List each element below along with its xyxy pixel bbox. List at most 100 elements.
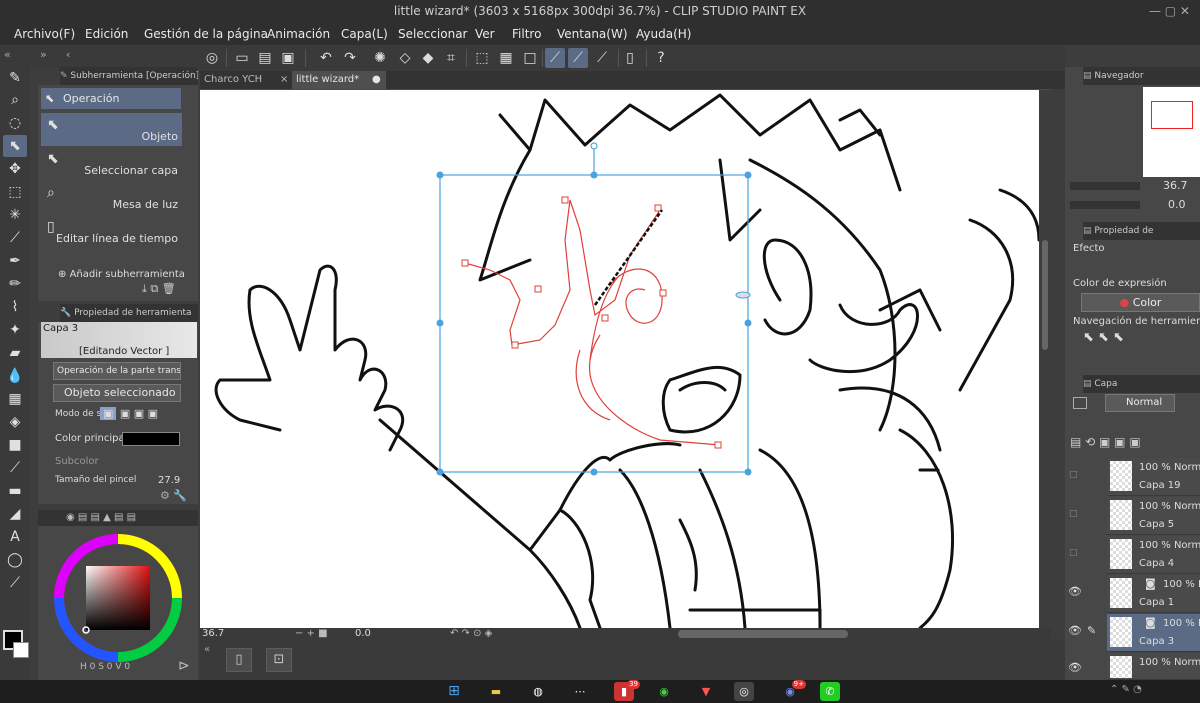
text-icon[interactable]: A [3,526,27,548]
layer-actions[interactable]: ▤ ⟲ ▣ ▣ ▣ [1070,435,1141,449]
app-badge-icon[interactable]: ▮ 39 [614,680,640,701]
layer-row-bottom[interactable]: 100 % Normal [1107,653,1200,680]
undo-icon[interactable]: ↶ [316,48,336,68]
layer-row-capa3[interactable]: ◙ 100 % N Capa 3 [1107,614,1200,652]
eyedropper-icon[interactable]: ⟋ [3,227,27,249]
subtool-item-editar-linea-tiempo[interactable]: ▯ Editar línea de tiempo [41,215,182,248]
erase-icon[interactable]: ◇ [395,48,415,68]
lasso-icon[interactable]: ◌ [3,112,27,134]
menu-seleccionar[interactable]: Seleccionar [398,23,467,45]
animation-cels-button[interactable]: ⊡ [266,648,292,672]
subtool-item-objeto[interactable]: ⬉ Objeto [41,113,182,146]
add-subtool-link[interactable]: ⊕ Añadir subherramienta [58,269,185,280]
pencil-icon[interactable]: ✏ [3,273,27,295]
selected-object-select[interactable]: Objeto seleccionado [53,384,181,402]
snap-grid-icon[interactable]: ⟋ [592,48,612,68]
navigator-preview[interactable] [1143,87,1200,177]
layer-row-capa19[interactable]: 100 % Normal Capa 19 [1107,458,1200,496]
move-icon[interactable]: ✥ [3,158,27,180]
drawing-canvas[interactable] [200,90,1039,628]
help-icon[interactable]: ? [651,48,671,68]
decoration-icon[interactable]: ▦ [3,388,27,410]
tab-little-wizard[interactable]: little wizard* ● [292,71,386,89]
subtool-group-tab[interactable]: ⬉ Operación [41,88,181,109]
rect-selection-icon[interactable]: ⬚ [3,181,27,203]
brush-size-value[interactable]: 27.9 [158,475,180,486]
open-file-icon[interactable]: ▤ [255,48,275,68]
selection-off-icon[interactable]: ⬚ [472,48,492,68]
navigator-angle-value[interactable]: 0.0 [1168,198,1186,211]
system-tray[interactable]: ⌃ ✎ ◔ [1110,684,1142,695]
figure-icon[interactable]: ▬ [3,480,27,502]
eye-icon[interactable]: 👁 [1068,661,1082,674]
menu-ventana[interactable]: Ventana(W) [557,23,628,45]
menu-gestion-pagina[interactable]: Gestión de la página [144,23,268,45]
blend-mode-select[interactable]: Normal [1105,394,1175,412]
eraser-icon[interactable]: ▰ [3,342,27,364]
windows-start-icon[interactable]: ⊞ [444,682,464,701]
main-color-bar[interactable] [122,432,180,446]
zoom-controls[interactable]: − + ■ [295,628,328,640]
magic-wand-icon[interactable]: ✳ [3,204,27,226]
tool-nav-buttons[interactable]: ⬉ ⬉ ⬉ [1083,330,1200,350]
snap-special-icon[interactable]: ⟋ [568,48,588,68]
collapse-arrows-icon[interactable]: « [204,644,210,655]
subtool-item-mesa-de-luz[interactable]: ⌕ Mesa de luz [41,181,182,214]
color-space-toggles[interactable]: H 0 S 0 V 0 [80,662,130,672]
menu-edicion[interactable]: Edición [85,23,128,45]
operation-icon[interactable]: ⬉ [3,135,27,157]
chevron-left-icon[interactable]: ‹ [66,48,70,61]
canvas-vscrollbar[interactable] [1039,90,1051,628]
sub-color-swatch[interactable] [13,642,29,658]
frame-icon[interactable]: ◢ [3,503,27,525]
rotation-controls[interactable]: ↶ ↷ ⊙ ◈ [450,628,492,640]
save-icon[interactable]: ▣ [278,48,298,68]
subtool-item-seleccionar-capa[interactable]: ⬉ Seleccionar capa [41,147,182,180]
shape-icon[interactable]: ⟋ [3,457,27,479]
file-explorer-icon[interactable]: ▬ [486,682,506,701]
gradient-icon[interactable]: ■ [3,434,27,456]
fill-bucket-icon[interactable]: ◈ [3,411,27,433]
tab-charco-ych[interactable]: Charco YCH × [200,71,292,89]
selection-grid-icon[interactable]: ▦ [496,48,516,68]
transparent-op-select[interactable]: Operación de la parte transparente [53,362,181,380]
selection-box-icon[interactable]: □ [520,48,540,68]
hidden-checkbox[interactable]: □ [1069,470,1078,480]
hidden-checkbox[interactable]: □ [1069,509,1078,519]
layer-row-capa5[interactable]: 100 % Normal Capa 5 [1107,497,1200,535]
clip-studio-taskbar-icon[interactable]: ◎ [734,682,754,701]
menu-ver[interactable]: Ver [475,23,495,45]
layer-row-capa4[interactable]: 100 % Normal Capa 4 [1107,536,1200,574]
layer-row-capa1[interactable]: ◙ 100 % N Capa 1 [1107,575,1200,613]
play-icon[interactable]: ⊳ [178,658,190,674]
zoom-icon[interactable]: ⌕ [3,89,27,111]
subtool-actions[interactable]: ⤓ ⧉ 🗑 [142,282,176,296]
pen-icon[interactable]: ✒ [3,250,27,272]
chat-icon[interactable]: ◍ [528,682,548,701]
tablet-icon[interactable]: ▯ [620,48,640,68]
color-wheel[interactable] [48,528,188,668]
snap-ruler-icon[interactable]: ⟋ [545,48,565,68]
eye-icon[interactable]: 👁 [1068,624,1082,637]
menu-animacion[interactable]: Animación [267,23,330,45]
transform-icon[interactable]: ⌗ [441,48,461,68]
brave-icon[interactable]: ▼ [696,682,716,701]
menu-ayuda[interactable]: Ayuda(H) [636,23,691,45]
rotation-value[interactable]: 0.0 [355,628,371,640]
menu-capa[interactable]: Capa(L) [341,23,388,45]
vscroll-thumb[interactable] [1042,240,1048,350]
wrench-icon[interactable]: ⚙ 🔧 [160,489,187,502]
collapse-arrows-icon[interactable]: « [4,48,11,61]
blend-icon[interactable]: 💧 [3,365,27,387]
navigator-viewport[interactable] [1151,101,1193,129]
color-tabs[interactable]: ◉ ▤ ▤ ▲ ▤ ▤ [38,510,198,526]
eye-icon[interactable]: 👁 [1068,585,1082,598]
hscroll-thumb[interactable] [678,630,848,638]
clip-studio-icon[interactable]: ◎ [202,48,222,68]
layer-color-toggle[interactable] [1073,397,1087,409]
expression-color-button[interactable]: ● Color [1081,293,1200,312]
menu-archivo[interactable]: Archivo(F) [14,23,75,45]
redo-icon[interactable]: ↷ [340,48,360,68]
balloon-icon[interactable]: ◯ [3,549,27,571]
new-file-icon[interactable]: ▭ [232,48,252,68]
